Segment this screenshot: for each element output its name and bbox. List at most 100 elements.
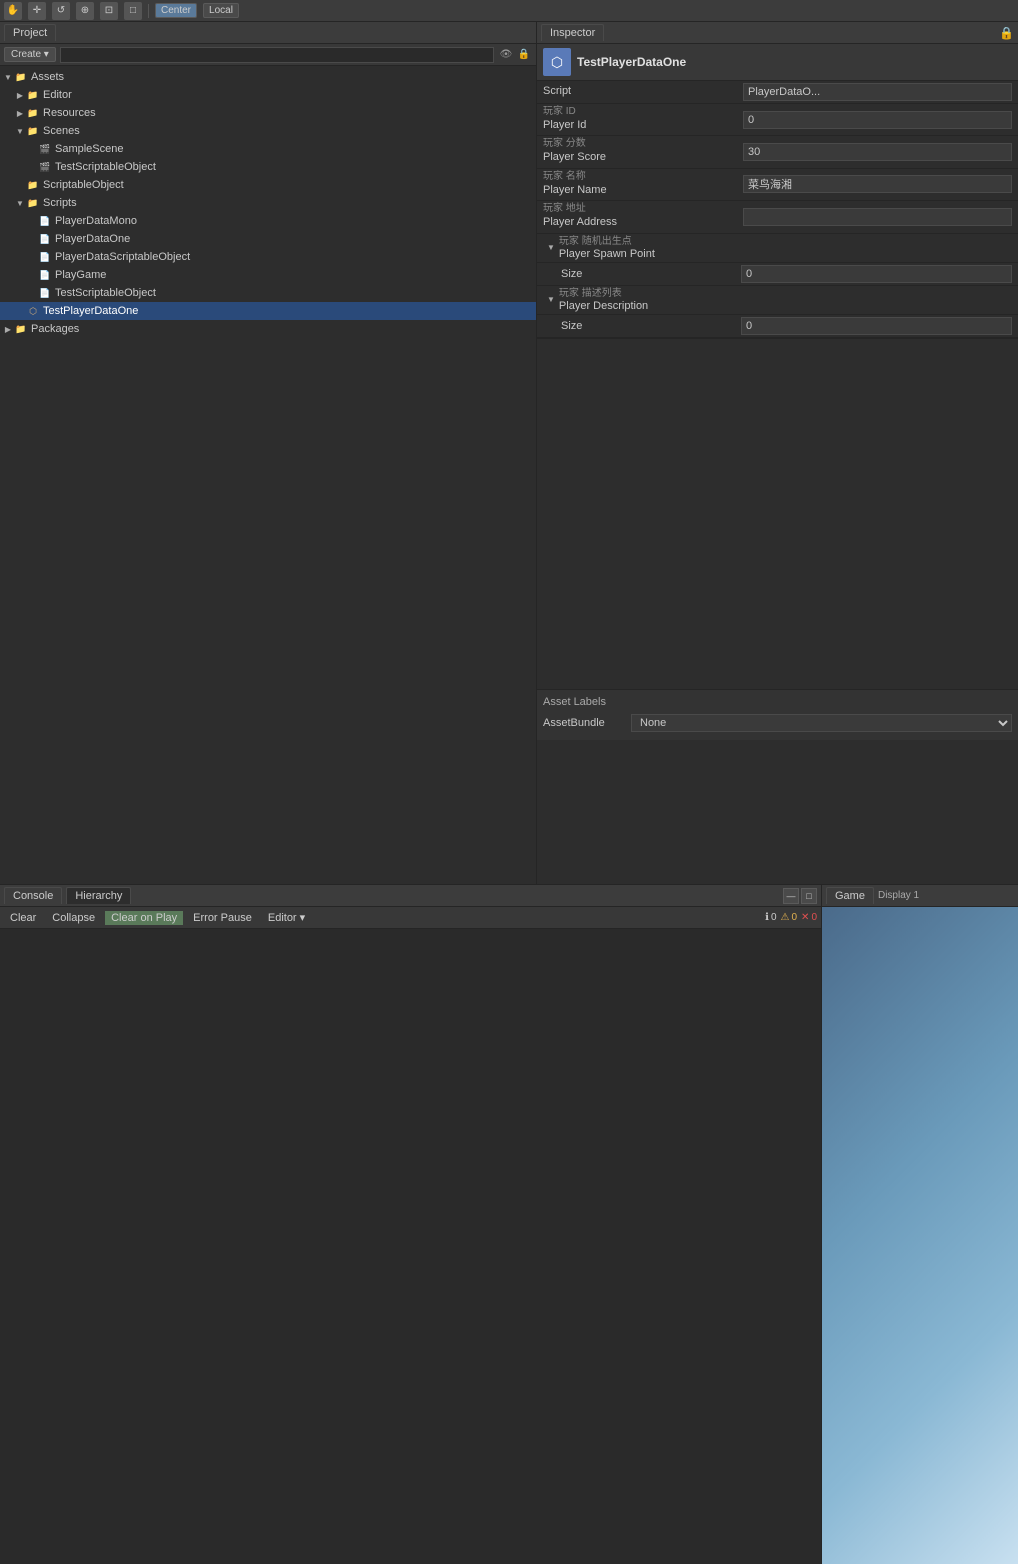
console-panel: Console Hierarchy — □ Clear Collapse Cle… <box>0 885 822 1564</box>
tree-item-play-game[interactable]: 📄 PlayGame <box>0 266 536 284</box>
local-button[interactable]: Local <box>203 3 239 18</box>
test-scriptable-obj-label: TestScriptableObject <box>55 287 156 299</box>
player-name-cn: 玩家 名称 <box>543 171 743 183</box>
warn-icon: ⚠ <box>781 912 790 923</box>
rotate-tool-icon[interactable]: ↺ <box>52 2 70 20</box>
packages-label: Packages <box>31 323 79 335</box>
collapse-button[interactable]: Collapse <box>46 911 101 925</box>
tree-item-scriptable-obj[interactable]: 📁 ScriptableObject <box>0 176 536 194</box>
lock-icon[interactable]: 🔒 <box>516 47 532 63</box>
right-panel: Inspector 🔒 ⬡ TestPlayerDataOne Script P… <box>537 22 1018 884</box>
description-header[interactable]: ▼ 玩家 描述列表 Player Description <box>537 286 1018 315</box>
error-counter: ✕ 0 <box>801 912 817 923</box>
search-input[interactable] <box>60 47 494 63</box>
resources-label: Resources <box>43 107 96 119</box>
player-data-scriptable-icon: 📄 <box>38 250 52 264</box>
project-tab-bar: Project <box>0 22 536 44</box>
tree-item-sample-scene[interactable]: 🎬 SampleScene <box>0 140 536 158</box>
player-id-en: Player Id <box>543 118 743 133</box>
warn-counter: ⚠ 0 <box>781 912 798 923</box>
eye-icon[interactable]: 👁 <box>498 47 514 63</box>
play-game-icon: 📄 <box>38 268 52 282</box>
asset-icon-box: ⬡ <box>543 48 571 76</box>
inspector-lock-icon[interactable]: 🔒 <box>999 26 1014 40</box>
bottom-area: Console Hierarchy — □ Clear Collapse Cle… <box>0 884 1018 1564</box>
resources-folder-icon: 📁 <box>26 106 40 120</box>
project-tab[interactable]: Project <box>4 24 56 41</box>
sample-scene-icon: 🎬 <box>38 142 52 156</box>
player-name-en: Player Name <box>543 183 743 198</box>
player-name-value[interactable] <box>743 175 1012 193</box>
tree-item-resources[interactable]: ▶ 📁 Resources <box>0 104 536 122</box>
panel-maximize-btn[interactable]: □ <box>801 888 817 904</box>
asset-bundle-select[interactable]: None <box>631 714 1012 732</box>
tree-item-editor[interactable]: ▶ 📁 Editor <box>0 86 536 104</box>
player-id-cn: 玩家 ID <box>543 106 743 118</box>
test-player-data-one-icon: ⬡ <box>26 304 40 318</box>
tree-item-test-scriptable-obj[interactable]: 📄 TestScriptableObject <box>0 284 536 302</box>
tree-item-scripts[interactable]: ▼ 📁 Scripts <box>0 194 536 212</box>
resources-arrow: ▶ <box>14 107 26 119</box>
create-button[interactable]: Create ▾ <box>4 47 56 62</box>
description-arrow: ▼ <box>547 295 555 304</box>
editor-folder-icon: 📁 <box>26 88 40 102</box>
info-count: 0 <box>771 912 777 923</box>
spawn-point-size-row: Size <box>537 263 1018 286</box>
player-data-one-icon: 📄 <box>38 232 52 246</box>
panel-controls: — □ <box>783 888 817 904</box>
spawn-point-header[interactable]: ▼ 玩家 随机出生点 Player Spawn Point <box>537 234 1018 263</box>
clear-button[interactable]: Clear <box>4 911 42 925</box>
player-data-mono-label: PlayerDataMono <box>55 215 137 227</box>
clear-on-play-button[interactable]: Clear on Play <box>105 911 183 925</box>
tree-item-packages[interactable]: ▶ 📁 Packages <box>0 320 536 338</box>
error-pause-button[interactable]: Error Pause <box>187 911 258 925</box>
error-icon: ✕ <box>801 912 809 923</box>
tree-item-assets[interactable]: ▼ 📁 Assets <box>0 68 536 86</box>
hand-tool-icon[interactable]: ✋ <box>4 2 22 20</box>
console-content <box>0 929 821 1564</box>
scenes-folder-icon: 📁 <box>26 124 40 138</box>
spawn-point-label-block: 玩家 随机出生点 Player Spawn Point <box>559 236 655 260</box>
tree-item-player-data-one[interactable]: 📄 PlayerDataOne <box>0 230 536 248</box>
game-tab-bar: Game Display 1 <box>822 885 1018 907</box>
file-tree: ▼ 📁 Assets ▶ 📁 Editor ▶ 📁 Resources ▼ 📁 … <box>0 66 536 884</box>
description-cn: 玩家 描述列表 <box>559 288 648 300</box>
center-button[interactable]: Center <box>155 3 197 18</box>
player-address-value[interactable] <box>743 208 1012 226</box>
tree-item-player-data-mono[interactable]: 📄 PlayerDataMono <box>0 212 536 230</box>
project-icon-group: 👁 🔒 <box>498 47 532 63</box>
player-address-row: 玩家 地址 Player Address <box>537 201 1018 233</box>
component-section: Script PlayerDataO... 玩家 ID Player Id 玩家… <box>537 81 1018 339</box>
game-panel: Game Display 1 <box>822 885 1018 1564</box>
spawn-point-size-label: Size <box>561 268 741 280</box>
editor-arrow: ▶ <box>14 89 26 101</box>
game-tab[interactable]: Game <box>826 887 874 904</box>
console-tab[interactable]: Console <box>4 887 62 904</box>
scale-tool-icon[interactable]: ⊕ <box>76 2 94 20</box>
player-score-row: 玩家 分数 Player Score <box>537 136 1018 168</box>
panel-minimize-btn[interactable]: — <box>783 888 799 904</box>
spawn-point-size-value[interactable] <box>741 265 1012 283</box>
tree-item-player-data-scriptable[interactable]: 📄 PlayerDataScriptableObject <box>0 248 536 266</box>
transform-tool-icon[interactable]: □ <box>124 2 142 20</box>
player-id-value[interactable] <box>743 111 1012 129</box>
project-toolbar: Create ▾ 👁 🔒 <box>0 44 536 66</box>
script-value[interactable]: PlayerDataO... <box>743 83 1012 101</box>
editor-dropdown-button[interactable]: Editor ▾ <box>262 910 311 925</box>
inspector-content: ⬡ TestPlayerDataOne Script PlayerDataO..… <box>537 44 1018 884</box>
player-score-value[interactable] <box>743 143 1012 161</box>
rect-tool-icon[interactable]: ⊡ <box>100 2 118 20</box>
hierarchy-tab[interactable]: Hierarchy <box>66 887 131 904</box>
sample-scene-label: SampleScene <box>55 143 124 155</box>
warn-count: 0 <box>791 912 797 923</box>
asset-labels-section: Asset Labels AssetBundle None <box>537 689 1018 740</box>
description-size-value[interactable] <box>741 317 1012 335</box>
inspector-tab[interactable]: Inspector <box>541 24 604 41</box>
tree-item-test-player-data-one[interactable]: ⬡ TestPlayerDataOne <box>0 302 536 320</box>
scriptable-obj-folder-icon: 📁 <box>26 178 40 192</box>
tree-item-test-scriptable[interactable]: 🎬 TestScriptableObject <box>0 158 536 176</box>
move-tool-icon[interactable]: ✛ <box>28 2 46 20</box>
script-label-block: Script <box>543 84 743 99</box>
tree-item-scenes[interactable]: ▼ 📁 Scenes <box>0 122 536 140</box>
description-section: ▼ 玩家 描述列表 Player Description Size <box>537 286 1018 338</box>
